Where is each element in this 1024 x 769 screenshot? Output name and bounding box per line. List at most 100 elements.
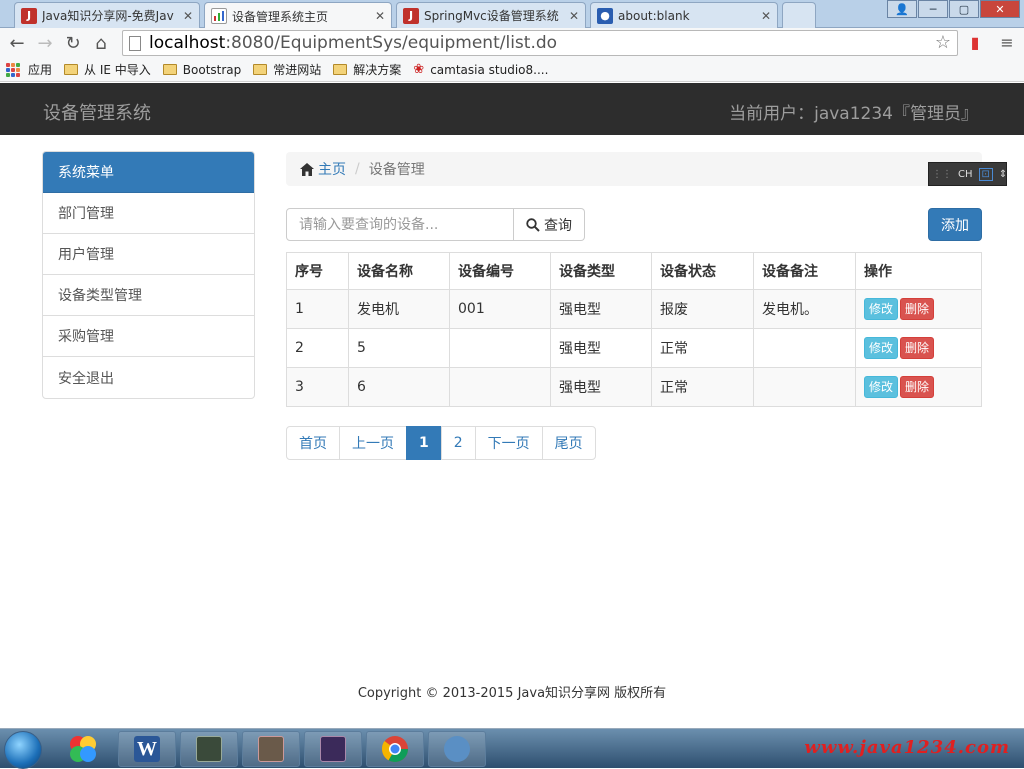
sidebar-item-users[interactable]: 用户管理 [43, 234, 254, 275]
paw-icon: ● [597, 7, 613, 24]
reload-icon[interactable]: ↻ [59, 29, 87, 57]
sidebar-item-department[interactable]: 部门管理 [43, 193, 254, 234]
java-favicon-icon: J [21, 7, 37, 24]
start-button-icon[interactable] [4, 731, 42, 769]
bookmark-apps[interactable]: 应用 [6, 61, 52, 78]
tab-label: about:blank [618, 8, 690, 23]
close-icon[interactable]: ✕ [569, 9, 579, 23]
cell-remark: 发电机。 [753, 289, 856, 329]
javaee-ide-icon[interactable] [304, 731, 362, 767]
bookmark-label: 应用 [28, 63, 53, 77]
delete-button[interactable]: 删除 [900, 298, 935, 320]
sidebar-header: 系统菜单 [43, 152, 254, 193]
edit-button[interactable]: 修改 [864, 337, 899, 359]
ime-language-label: CH [958, 168, 973, 180]
home-icon [300, 162, 314, 176]
extension-icon[interactable]: ▮ [964, 31, 986, 53]
page-first[interactable]: 首页 [286, 426, 340, 460]
bookmark-label: camtasia studio8.... [430, 62, 549, 77]
apps-grid-icon [6, 62, 20, 77]
equipment-table: 序号 设备名称 设备编号 设备类型 设备状态 设备备注 操作 1 发电机 001… [286, 252, 982, 407]
folder-icon [162, 64, 177, 75]
sidebar-item-equipment-types[interactable]: 设备类型管理 [43, 275, 254, 316]
java-favicon-icon: J [403, 7, 419, 24]
search-input[interactable] [286, 208, 514, 241]
ime-toolbar[interactable]: ⋮⋮ CH ⊡ ⇕ [928, 162, 1007, 186]
breadcrumb-home-link[interactable]: 主页 [318, 159, 346, 179]
page-next[interactable]: 下一页 [474, 426, 543, 460]
cell-code [449, 328, 551, 368]
new-tab-button[interactable] [782, 2, 816, 28]
cell-remark [753, 367, 856, 407]
table-row: 2 5 强电型 正常 修改 删除 [286, 328, 982, 368]
column-header: 设备备注 [753, 252, 856, 290]
ime-mode-icon[interactable]: ⊡ [978, 167, 993, 181]
brand-title[interactable]: 设备管理系统 [43, 99, 151, 125]
forward-icon[interactable]: → [31, 29, 59, 57]
tab-label: Java知识分享网-免费Jav [42, 9, 174, 23]
delete-button[interactable]: 删除 [900, 376, 935, 398]
pagination: 首页 上一页 1 2 下一页 尾页 [286, 426, 596, 460]
cell-name: 5 [348, 328, 450, 368]
page-number[interactable]: 2 [440, 426, 476, 460]
minimize-icon[interactable]: ─ [918, 0, 948, 18]
dolphin-app-icon[interactable] [428, 731, 486, 767]
tab-springmvc[interactable]: J SpringMvc设备管理系统 ✕ [396, 2, 586, 28]
tab-about-blank[interactable]: ● about:blank ✕ [590, 2, 778, 28]
close-icon[interactable]: ✕ [761, 9, 771, 23]
table-row: 1 发电机 001 强电型 报废 发电机。 修改 删除 [286, 289, 982, 329]
page-number-active[interactable]: 1 [406, 426, 442, 460]
bookmark-folder-bootstrap[interactable]: Bootstrap [162, 63, 241, 77]
bookmark-camtasia[interactable]: ❀ camtasia studio8.... [413, 62, 548, 77]
watermark-text: www.java1234.com [804, 737, 1010, 758]
sidebar-menu: 系统菜单 部门管理 用户管理 设备类型管理 采购管理 安全退出 [42, 151, 255, 399]
cell-status: 正常 [651, 328, 754, 368]
bookmark-folder-sites[interactable]: 常进网站 [253, 61, 321, 78]
window-close-icon[interactable]: ✕ [980, 0, 1020, 18]
page-last[interactable]: 尾页 [541, 426, 596, 460]
maximize-icon[interactable]: ▢ [949, 0, 979, 18]
cell-actions: 修改 删除 [855, 367, 982, 407]
page-chart-icon [211, 8, 227, 24]
close-icon[interactable]: ✕ [183, 9, 193, 23]
search-button[interactable]: 查询 [514, 208, 585, 241]
ime-expand-icon[interactable]: ⇕ [999, 169, 1007, 180]
back-icon[interactable]: ← [3, 29, 31, 57]
bookmark-folder-ie[interactable]: 从 IE 中导入 [64, 61, 151, 78]
url-host: localhost [149, 33, 226, 53]
address-bar[interactable]: localhost:8080/EquipmentSys/equipment/li… [122, 30, 958, 56]
page-icon [129, 35, 141, 51]
user-icon[interactable]: 👤 [887, 0, 917, 18]
add-button[interactable]: 添加 [928, 208, 982, 241]
chrome-app-icon[interactable] [366, 731, 424, 767]
pinwheel-app-icon[interactable] [56, 731, 110, 767]
bookmark-star-icon[interactable]: ☆ [935, 32, 951, 53]
close-icon[interactable]: ✕ [375, 9, 385, 23]
terminal-app-icon[interactable] [180, 731, 238, 767]
bookmark-folder-solutions[interactable]: 解决方案 [333, 61, 401, 78]
cell-remark [753, 328, 856, 368]
word-app-icon[interactable]: W [118, 731, 176, 767]
bookmarks-bar: 应用 从 IE 中导入 Bootstrap 常进网站 解决方案 ❀ camtas… [0, 58, 1024, 82]
menu-icon[interactable]: ≡ [996, 31, 1018, 53]
edit-button[interactable]: 修改 [864, 376, 899, 398]
sidebar-item-logout[interactable]: 安全退出 [43, 357, 254, 398]
page-prev[interactable]: 上一页 [339, 426, 407, 460]
tools-app-icon[interactable] [242, 731, 300, 767]
cell-actions: 修改 删除 [855, 289, 982, 329]
edit-button[interactable]: 修改 [864, 298, 899, 320]
tab-equipment-home[interactable]: 设备管理系统主页 ✕ [204, 2, 392, 29]
url-path: :8080/EquipmentSys/equipment/list.do [225, 33, 558, 53]
bookmark-label: 解决方案 [353, 63, 402, 77]
home-icon[interactable]: ⌂ [87, 29, 115, 57]
breadcrumb: 主页 / 设备管理 [286, 152, 982, 186]
delete-button[interactable]: 删除 [900, 337, 935, 359]
sidebar-item-purchase[interactable]: 采购管理 [43, 316, 254, 357]
drag-handle-icon[interactable]: ⋮⋮ [932, 169, 952, 180]
search-icon [526, 217, 540, 232]
cell-name: 6 [348, 367, 450, 407]
bookmark-label: 常进网站 [273, 63, 322, 77]
column-header: 设备类型 [550, 252, 652, 290]
column-header: 设备名称 [348, 252, 450, 290]
tab-java-share[interactable]: J Java知识分享网-免费Jav ✕ [14, 2, 200, 28]
